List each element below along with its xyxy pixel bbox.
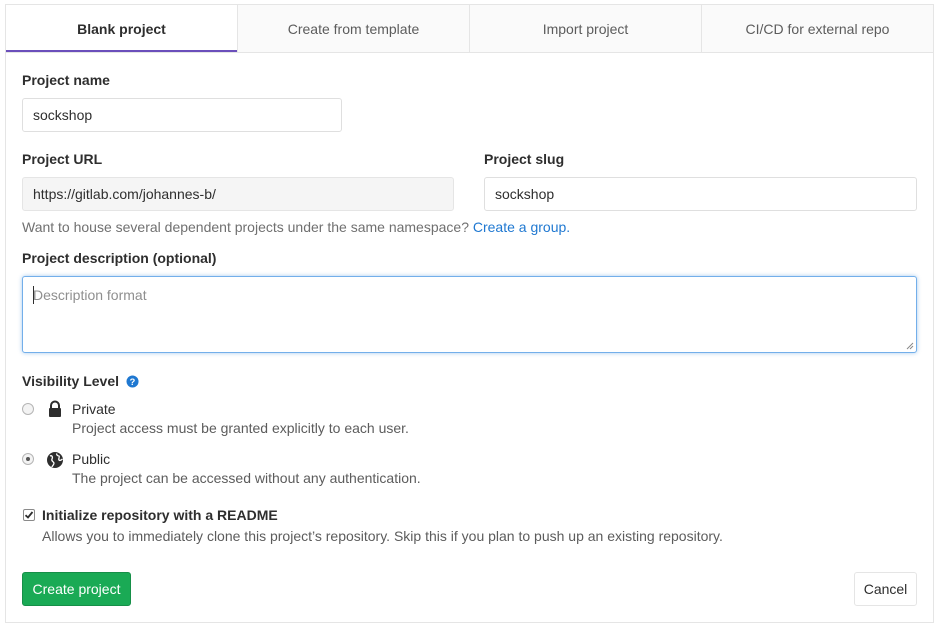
visibility-public-title: Public bbox=[72, 451, 111, 467]
tab-blank-project[interactable]: Blank project bbox=[6, 5, 238, 52]
initialize-readme-checkbox[interactable] bbox=[23, 509, 35, 521]
visibility-level-label: Visibility Level ? bbox=[22, 373, 139, 389]
globe-icon bbox=[47, 452, 63, 468]
namespace-help: Want to house several dependent projects… bbox=[22, 219, 570, 235]
project-type-tabs: Blank project Create from template Impor… bbox=[6, 5, 933, 53]
tab-cicd-external-repo[interactable]: CI/CD for external repo bbox=[702, 5, 933, 52]
project-url-label: Project URL bbox=[22, 151, 103, 167]
initialize-readme-label[interactable]: Initialize repository with a README bbox=[42, 507, 278, 523]
visibility-private-radio[interactable] bbox=[22, 403, 34, 415]
initialize-readme-description: Allows you to immediately clone this pro… bbox=[42, 528, 723, 544]
question-circle-icon[interactable]: ? bbox=[126, 375, 139, 388]
resize-grip-icon[interactable] bbox=[906, 342, 914, 350]
visibility-private-description: Project access must be granted explicitl… bbox=[72, 420, 409, 436]
visibility-level-text: Visibility Level bbox=[22, 373, 120, 389]
visibility-public-radio[interactable] bbox=[22, 453, 34, 465]
description-placeholder: Description format bbox=[33, 287, 147, 303]
tab-create-from-template[interactable]: Create from template bbox=[238, 5, 470, 52]
create-project-button[interactable]: Create project bbox=[22, 572, 131, 606]
cancel-button[interactable]: Cancel bbox=[854, 572, 917, 606]
namespace-help-text: Want to house several dependent projects… bbox=[22, 219, 469, 235]
text-caret bbox=[33, 286, 34, 304]
svg-text:?: ? bbox=[130, 377, 136, 387]
project-url-field[interactable]: https://gitlab.com/johannes-b/ bbox=[22, 177, 454, 211]
visibility-public-description: The project can be accessed without any … bbox=[72, 470, 421, 486]
tab-import-project[interactable]: Import project bbox=[470, 5, 702, 52]
project-name-input[interactable]: sockshop bbox=[22, 98, 342, 132]
project-slug-label: Project slug bbox=[484, 151, 565, 167]
project-description-textarea[interactable]: Description format bbox=[22, 276, 917, 353]
project-description-label: Project description (optional) bbox=[22, 250, 217, 266]
lock-icon bbox=[49, 400, 61, 417]
visibility-private-title: Private bbox=[72, 401, 116, 417]
checkmark-icon bbox=[24, 511, 34, 519]
project-name-label: Project name bbox=[22, 72, 110, 88]
project-slug-input[interactable]: sockshop bbox=[484, 177, 917, 211]
create-group-link[interactable]: Create a group. bbox=[473, 219, 570, 235]
